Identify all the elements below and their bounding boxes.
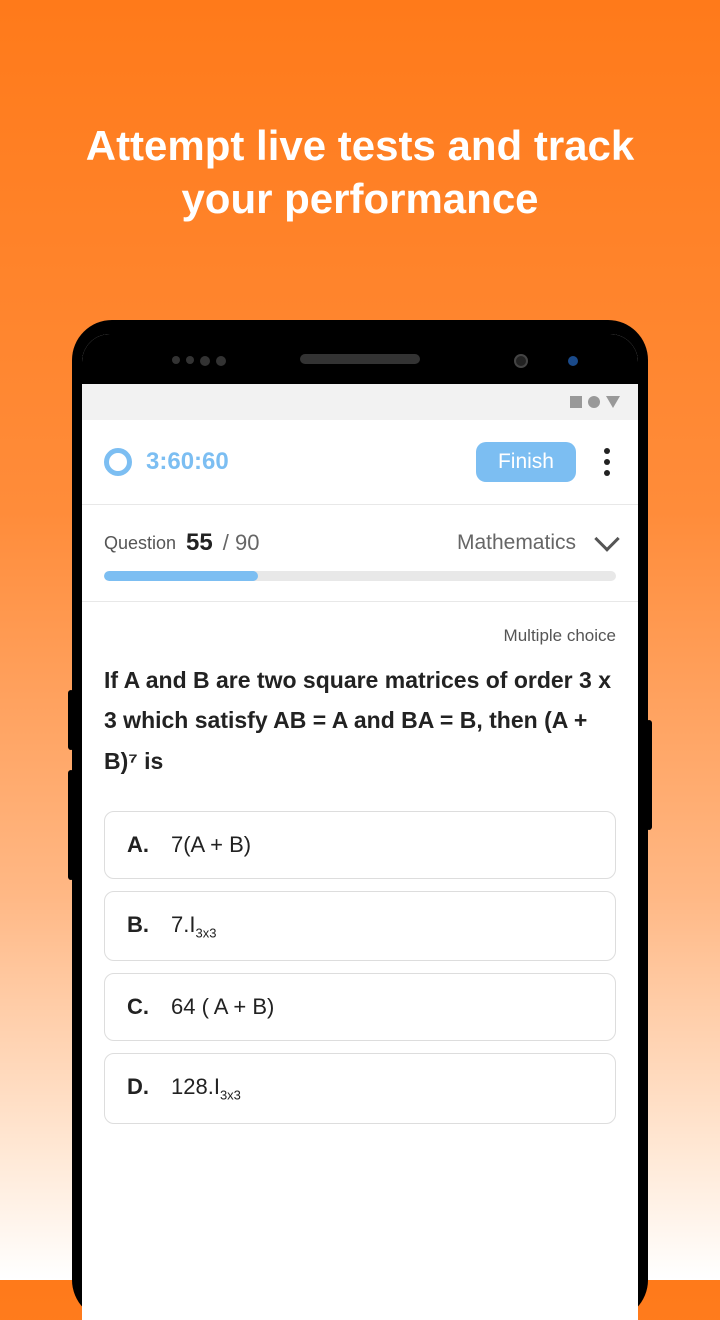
- chevron-down-icon[interactable]: [594, 526, 619, 551]
- option-letter: A.: [127, 832, 151, 858]
- option-text: 7.I3x3: [171, 912, 216, 940]
- progress-bar: [104, 571, 616, 581]
- option-text: 7(A + B): [171, 832, 251, 858]
- option-letter: D.: [127, 1074, 151, 1100]
- status-icon: [588, 396, 600, 408]
- subject-label: Mathematics: [457, 531, 576, 555]
- question-type: Multiple choice: [104, 626, 616, 646]
- progress-fill: [104, 571, 258, 581]
- timer-icon: [104, 448, 132, 476]
- option-text: 64 ( A + B): [171, 994, 274, 1020]
- question-current: 55: [186, 529, 213, 557]
- option-text: 128.I3x3: [171, 1074, 241, 1102]
- answer-option[interactable]: B. 7.I3x3: [104, 891, 616, 961]
- question-text: If A and B are two square matrices of or…: [104, 660, 616, 781]
- finish-button[interactable]: Finish: [476, 442, 576, 482]
- phone-notch: [82, 334, 638, 384]
- answer-option[interactable]: A. 7(A + B): [104, 811, 616, 879]
- promo-headline: Attempt live tests and track your perfor…: [0, 0, 720, 225]
- option-letter: C.: [127, 994, 151, 1020]
- answer-option[interactable]: D. 128.I3x3: [104, 1053, 616, 1123]
- android-status-bar: [82, 384, 638, 420]
- question-total: / 90: [223, 530, 260, 556]
- answer-option[interactable]: C. 64 ( A + B): [104, 973, 616, 1041]
- question-label: Question: [104, 533, 176, 554]
- question-header[interactable]: Question 55 / 90 Mathematics: [82, 505, 638, 571]
- phone-frame: 3:60:60 Finish Question 55 / 90 Mathemat…: [72, 320, 648, 1320]
- phone-button-left-2: [68, 770, 74, 880]
- status-icon: [606, 396, 620, 408]
- phone-button-left-1: [68, 690, 74, 750]
- more-menu-icon[interactable]: [590, 448, 616, 476]
- option-letter: B.: [127, 912, 151, 938]
- timer-display: 3:60:60: [146, 448, 462, 476]
- status-icon: [570, 396, 582, 408]
- phone-button-right: [646, 720, 652, 830]
